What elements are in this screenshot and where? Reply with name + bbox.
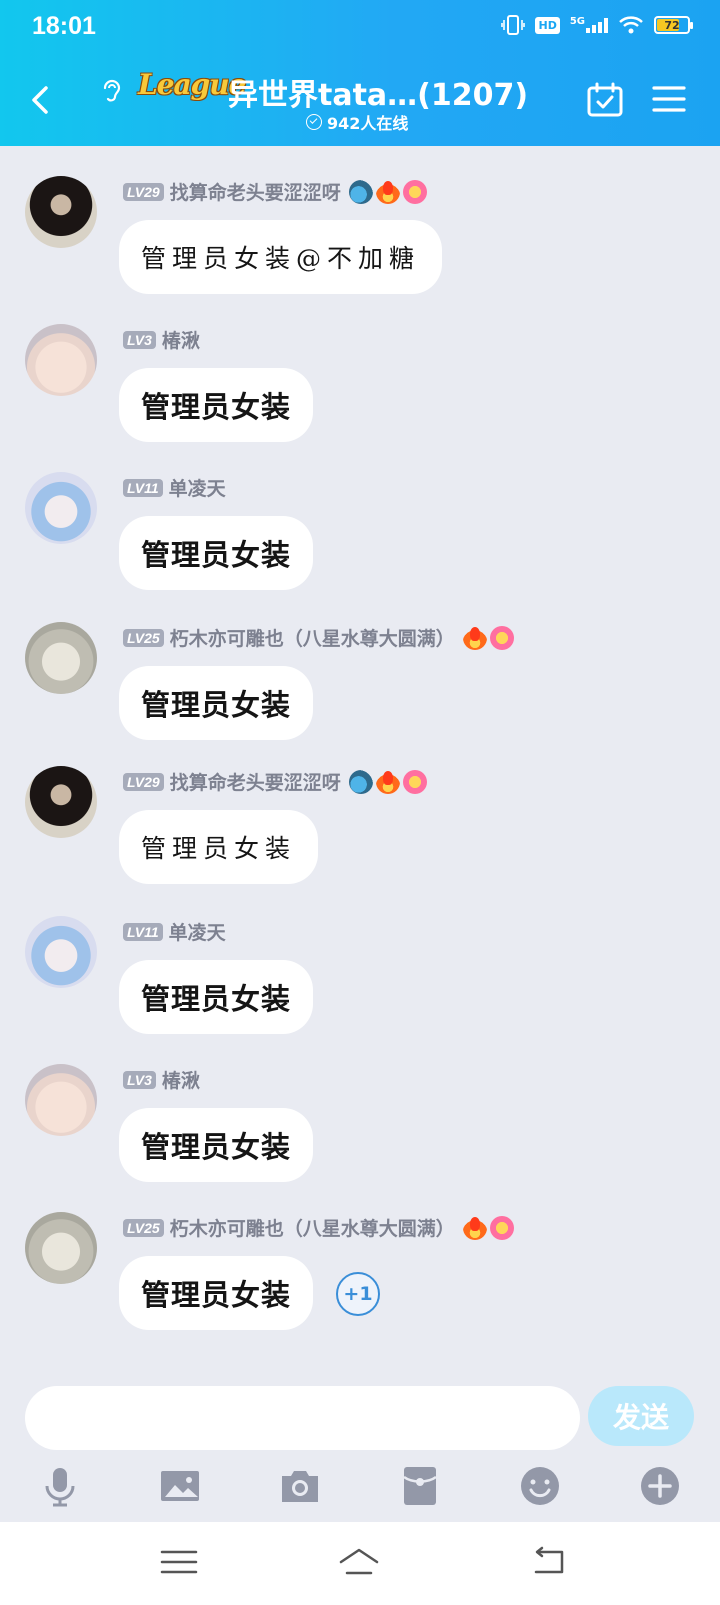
signal-icon: 5G <box>569 16 608 33</box>
message-bubble[interactable]: 管理员女装 <box>119 1108 314 1182</box>
level-badge: LV11 <box>123 478 163 497</box>
composer: 发送 <box>0 1364 720 1456</box>
back-button[interactable] <box>26 80 56 120</box>
online-status: 942人在线 <box>306 110 408 134</box>
chat-header: 18:01 HD 5G 72 League 异世界tata…(1207) 942… <box>0 0 720 146</box>
status-bar: 18:01 HD 5G 72 <box>0 0 720 54</box>
camera-icon[interactable] <box>278 1464 322 1508</box>
battery-icon: 72 <box>654 16 693 34</box>
level-badge: LV29 <box>123 182 164 201</box>
honor-badges <box>348 179 427 204</box>
online-count: 942人在线 <box>327 114 409 133</box>
avatar[interactable] <box>25 622 97 694</box>
microphone-icon[interactable] <box>38 1464 82 1508</box>
online-check-icon <box>306 114 322 130</box>
fire-badge-icon <box>375 769 400 794</box>
message-input[interactable] <box>25 1386 580 1450</box>
sender-info: LV25 朽木亦可雕也（八星水尊大圆满） <box>123 624 514 651</box>
plus-one-button[interactable]: +1 <box>336 1272 380 1316</box>
fire-badge-icon <box>375 179 400 204</box>
message-bubble[interactable]: 管理员女装@不加糖 <box>119 220 443 294</box>
avatar[interactable] <box>25 1212 97 1284</box>
message-list[interactable]: LV29 找算命老头要涩涩呀 管理员女装@不加糖 LV3 椿湫 管理员女装 LV… <box>0 146 720 1364</box>
send-button[interactable]: 发送 <box>588 1386 694 1446</box>
home-icon[interactable] <box>338 1544 380 1580</box>
system-nav-bar <box>0 1522 720 1605</box>
battery-level: 72 <box>664 18 680 32</box>
avatar[interactable] <box>25 176 97 248</box>
vibrate-icon <box>501 15 526 35</box>
avatar[interactable] <box>25 916 97 988</box>
emoji-icon[interactable] <box>518 1464 562 1508</box>
message-bubble[interactable]: 管理员女装 <box>119 960 314 1034</box>
sender-info: LV3 椿湫 <box>123 1066 200 1093</box>
message-bubble[interactable]: 管理员女装 <box>119 666 314 740</box>
sender-info: LV11 单凌天 <box>123 474 226 501</box>
sender-info: LV29 找算命老头要涩涩呀 <box>123 768 427 795</box>
sender-info: LV25 朽木亦可雕也（八星水尊大圆满） <box>123 1214 514 1241</box>
ear-icon[interactable] <box>98 75 124 105</box>
back-nav-icon[interactable] <box>528 1544 570 1580</box>
menu-button[interactable] <box>652 84 686 114</box>
flower-badge-icon <box>489 625 514 650</box>
message-bubble[interactable]: 管理员女装 <box>119 810 319 884</box>
network-type: 5G <box>569 16 585 27</box>
level-badge: LV25 <box>123 1218 164 1237</box>
level-badge: LV11 <box>123 922 163 941</box>
status-time: 18:01 <box>32 12 96 40</box>
avatar[interactable] <box>25 766 97 838</box>
sender-name[interactable]: 找算命老头要涩涩呀 <box>170 768 341 795</box>
sender-name[interactable]: 找算命老头要涩涩呀 <box>170 178 341 205</box>
level-badge: LV3 <box>123 1070 156 1089</box>
honor-badges <box>462 625 514 650</box>
wifi-icon <box>619 16 643 34</box>
dragon-badge-icon <box>348 179 373 204</box>
flower-badge-icon <box>402 769 427 794</box>
sender-name[interactable]: 椿湫 <box>162 1066 200 1093</box>
fire-badge-icon <box>462 625 487 650</box>
level-badge: LV25 <box>123 628 164 647</box>
sender-info: LV29 找算命老头要涩涩呀 <box>123 178 427 205</box>
calendar-check-button[interactable] <box>586 82 624 118</box>
sender-name[interactable]: 单凌天 <box>169 474 226 501</box>
fire-badge-icon <box>462 1215 487 1240</box>
avatar[interactable] <box>25 1064 97 1136</box>
honor-badges <box>462 1215 514 1240</box>
flower-badge-icon <box>489 1215 514 1240</box>
avatar[interactable] <box>25 324 97 396</box>
recent-apps-icon[interactable] <box>158 1544 200 1580</box>
flower-badge-icon <box>402 179 427 204</box>
composer-toolbar <box>0 1456 720 1522</box>
sender-name[interactable]: 朽木亦可雕也（八星水尊大圆满） <box>170 624 455 651</box>
plus-icon[interactable] <box>638 1464 682 1508</box>
hd-badge: HD <box>535 16 560 34</box>
sender-info: LV3 椿湫 <box>123 326 200 353</box>
message-bubble[interactable]: 管理员女装 <box>119 368 314 442</box>
message-bubble[interactable]: 管理员女装 <box>119 1256 314 1330</box>
status-icons: HD 5G 72 <box>501 14 693 36</box>
message-bubble[interactable]: 管理员女装 <box>119 516 314 590</box>
group-title[interactable]: 异世界tata…(1207) <box>228 70 528 114</box>
red-packet-icon[interactable] <box>398 1464 442 1508</box>
sender-name[interactable]: 单凌天 <box>169 918 226 945</box>
level-badge: LV3 <box>123 330 156 349</box>
avatar[interactable] <box>25 472 97 544</box>
sender-info: LV11 单凌天 <box>123 918 226 945</box>
dragon-badge-icon <box>348 769 373 794</box>
honor-badges <box>348 769 427 794</box>
level-badge: LV29 <box>123 772 164 791</box>
sender-name[interactable]: 椿湫 <box>162 326 200 353</box>
sender-name[interactable]: 朽木亦可雕也（八星水尊大圆满） <box>170 1214 455 1241</box>
image-icon[interactable] <box>158 1464 202 1508</box>
